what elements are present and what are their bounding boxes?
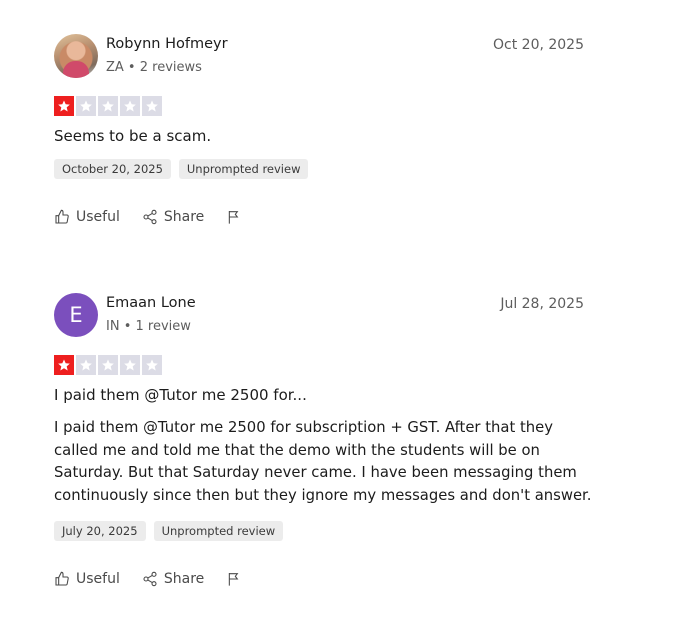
- star-icon: [98, 355, 118, 375]
- review-title[interactable]: Seems to be a scam.: [54, 127, 584, 145]
- star-icon: [142, 355, 162, 375]
- flag-icon: [229, 211, 239, 224]
- review-badges: October 20, 2025 Unprompted review: [54, 159, 584, 179]
- unprompted-review-badge[interactable]: Unprompted review: [178, 159, 309, 179]
- thumbs-up-icon: [55, 571, 69, 586]
- review-header: Robynn Hofmeyr ZA • 2 reviews Oct 20, 20…: [54, 34, 584, 82]
- reviewer-meta: ZA • 2 reviews: [106, 60, 202, 75]
- star-rating: [54, 96, 584, 116]
- star-icon: [76, 96, 96, 116]
- star-icon: [76, 355, 96, 375]
- unprompted-review-badge[interactable]: Unprompted review: [153, 521, 284, 541]
- review-body: I paid them @Tutor me 2500 for subscript…: [54, 419, 592, 504]
- report-button[interactable]: [226, 571, 242, 587]
- flag-icon: [229, 573, 239, 586]
- reviewer-name[interactable]: Robynn Hofmeyr: [106, 36, 228, 52]
- report-button[interactable]: [226, 209, 242, 225]
- share-label: Share: [163, 571, 205, 587]
- share-label: Share: [163, 209, 205, 225]
- useful-button[interactable]: Useful: [54, 209, 120, 225]
- review-card: E Emaan Lone IN • 1 review Jul 28, 2025 …: [54, 293, 592, 587]
- share-icon: [143, 209, 157, 225]
- star-icon: [54, 96, 74, 116]
- date-of-experience-badge: July 20, 2025: [54, 521, 146, 541]
- star-rating: [54, 355, 584, 375]
- review-badges: July 20, 2025 Unprompted review: [54, 521, 584, 541]
- star-icon: [98, 96, 118, 116]
- star-icon: [142, 96, 162, 116]
- date-of-experience-badge: October 20, 2025: [54, 159, 171, 179]
- review-actions: Useful Share: [54, 209, 584, 225]
- useful-label: Useful: [76, 571, 120, 587]
- star-icon: [54, 355, 74, 375]
- reviewer-meta: IN • 1 review: [106, 319, 191, 334]
- review-title[interactable]: I paid them @Tutor me 2500 for...: [54, 386, 584, 404]
- useful-button[interactable]: Useful: [54, 571, 120, 587]
- avatar[interactable]: E: [54, 293, 98, 337]
- reviewer-name[interactable]: Emaan Lone: [106, 295, 196, 311]
- review-header: E Emaan Lone IN • 1 review Jul 28, 2025: [54, 293, 584, 341]
- star-icon: [120, 355, 140, 375]
- thumbs-up-icon: [55, 209, 69, 224]
- share-icon: [143, 571, 157, 587]
- review-date: Oct 20, 2025: [493, 37, 584, 53]
- share-button[interactable]: Share: [142, 571, 204, 587]
- review-actions: Useful Share: [54, 571, 584, 587]
- review-date: Jul 28, 2025: [500, 296, 584, 312]
- avatar[interactable]: [54, 34, 98, 78]
- review-card: Robynn Hofmeyr ZA • 2 reviews Oct 20, 20…: [54, 34, 584, 225]
- useful-label: Useful: [76, 209, 120, 225]
- share-button[interactable]: Share: [142, 209, 204, 225]
- star-icon: [120, 96, 140, 116]
